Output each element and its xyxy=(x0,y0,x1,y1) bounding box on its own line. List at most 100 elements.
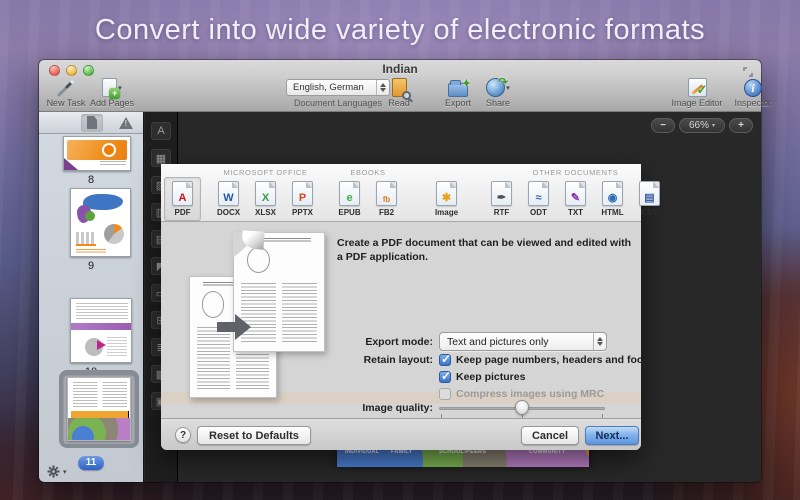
format-group-image: ✱ Image xyxy=(428,164,465,221)
language-caption: Document Languages xyxy=(286,98,390,108)
format-tab-pdf[interactable]: A PDF xyxy=(164,177,201,221)
txt-icon: ✎ xyxy=(565,181,586,206)
format-tab-fb2[interactable]: fb FB2 xyxy=(368,177,405,221)
page-icon xyxy=(87,116,97,129)
pptx-icon: P xyxy=(292,181,313,206)
pages-sidebar: 8 9 10 11 ▾ xyxy=(39,112,144,482)
help-button[interactable]: ? xyxy=(175,427,191,443)
format-tab-xlsx[interactable]: X XLSX xyxy=(247,177,284,221)
chevron-down-icon: ▾ xyxy=(712,122,715,129)
document-languages-select[interactable]: English, German xyxy=(286,79,390,96)
format-description: Create a PDF document that can be viewed… xyxy=(337,236,633,264)
page-number: 9 xyxy=(39,260,143,272)
format-tab-docx[interactable]: W DOCX xyxy=(210,177,247,221)
image-icon: ✱ xyxy=(436,181,457,206)
read-icon xyxy=(392,77,407,98)
inspector-button[interactable]: i Inspector xyxy=(729,77,777,108)
fb2-icon: fb xyxy=(376,181,397,206)
zoom-out-button[interactable]: − xyxy=(651,118,675,133)
odt-icon: ≈ xyxy=(528,181,549,206)
xlsx-icon: X xyxy=(255,181,276,206)
docx-icon: W xyxy=(218,181,239,206)
retain-layout-label: Retain layout: xyxy=(337,354,433,366)
format-tab-pptx[interactable]: P PPTX xyxy=(284,177,321,221)
minimize-button[interactable] xyxy=(66,65,77,76)
export-button[interactable]: ✦ Export xyxy=(437,77,479,108)
language-value: English, German xyxy=(287,82,376,93)
dialog-body: Create a PDF document that can be viewed… xyxy=(161,222,641,418)
add-pages-icon: +▾ xyxy=(102,77,122,98)
cancel-button[interactable]: Cancel xyxy=(521,426,579,445)
magic-wand-icon xyxy=(56,77,76,98)
inspector-info-icon: i xyxy=(744,77,762,98)
export-mode-row: Export mode: Text and pictures only xyxy=(337,332,627,351)
format-group-pdf: A PDF xyxy=(164,164,201,221)
page-thumbnail-11 xyxy=(67,377,131,441)
image-quality-label: Image quality: xyxy=(337,402,433,414)
image-quality-slider[interactable] xyxy=(439,400,605,416)
page-thumbnail-10[interactable] xyxy=(70,298,132,363)
format-group-msoffice: MICROSOFT OFFICE W DOCX X XLSX P PPTX xyxy=(210,164,321,221)
export-mode-value: Text and pictures only xyxy=(440,336,593,348)
slider-thumb[interactable] xyxy=(515,400,529,415)
rtf-icon: ✒ xyxy=(491,181,512,206)
page-thumbnail-11-selected[interactable] xyxy=(59,370,139,448)
image-editor-icon: ✓ xyxy=(688,77,707,98)
text-tool[interactable]: A xyxy=(151,122,171,140)
next-button[interactable]: Next... xyxy=(585,426,639,445)
format-tab-csv[interactable]: ▤ CSV xyxy=(631,177,668,221)
add-pages-button[interactable]: +▾ Add Pages xyxy=(89,77,135,108)
format-tab-rtf[interactable]: ✒ RTF xyxy=(483,177,520,221)
selected-page-badge: 11 xyxy=(78,456,104,470)
epub-icon: e xyxy=(339,181,360,206)
keep-page-numbers-checkbox[interactable] xyxy=(439,354,451,366)
image-editor-button[interactable]: ✓ Image Editor xyxy=(667,77,727,108)
format-group-other: OTHER DOCUMENTS ✒ RTF ≈ ODT ✎ TXT xyxy=(483,164,668,221)
format-tab-odt[interactable]: ≈ ODT xyxy=(520,177,557,221)
image-quality-row: Image quality: xyxy=(337,400,627,416)
page-thumbnail-9[interactable] xyxy=(70,188,131,257)
new-task-button[interactable]: New Task xyxy=(45,77,87,108)
export-mode-label: Export mode: xyxy=(337,336,433,348)
tab-pages[interactable] xyxy=(81,114,103,132)
banner-title: Convert into wide variety of electronic … xyxy=(95,14,705,47)
page-thumbnail-8[interactable] xyxy=(63,136,131,171)
banner: Convert into wide variety of electronic … xyxy=(0,0,800,60)
format-group-ebooks: EBOOKS e EPUB fb FB2 xyxy=(331,164,405,221)
retain-layout-row-1: Retain layout: Keep page numbers, header… xyxy=(337,354,641,366)
zoom-in-button[interactable]: + xyxy=(729,118,753,133)
format-tab-html[interactable]: ◉ HTML xyxy=(594,177,631,221)
export-mode-select[interactable]: Text and pictures only xyxy=(439,332,607,351)
sidebar-settings-button[interactable]: ▾ xyxy=(47,465,67,478)
zoom-button[interactable] xyxy=(83,65,94,76)
format-tab-image[interactable]: ✱ Image xyxy=(428,177,465,221)
window-header: Indian New Task +▾ Add Pages English, Ge… xyxy=(39,60,761,112)
retain-layout-row-3: Compress images using MRC xyxy=(337,388,604,400)
convert-arrow-icon xyxy=(217,314,251,340)
window-title: Indian xyxy=(39,60,761,78)
keep-pictures-checkbox[interactable] xyxy=(439,371,451,383)
read-button[interactable]: Read xyxy=(381,77,417,108)
titlebar: Indian xyxy=(39,60,761,77)
compress-mrc-checkbox[interactable] xyxy=(439,388,451,400)
gear-icon xyxy=(47,465,60,478)
pdf-icon: A xyxy=(172,181,193,206)
zoom-level[interactable]: 66%▾ xyxy=(679,118,725,133)
export-folder-icon: ✦ xyxy=(448,77,468,98)
format-tab-epub[interactable]: e EPUB xyxy=(331,177,368,221)
tab-warnings[interactable] xyxy=(115,114,137,132)
page-number: 8 xyxy=(39,174,143,186)
toolbar: New Task +▾ Add Pages English, German Do… xyxy=(39,77,761,111)
export-dialog: A PDF MICROSOFT OFFICE W DOCX X xyxy=(161,164,641,450)
reset-defaults-button[interactable]: Reset to Defaults xyxy=(197,426,311,445)
editor-area: 8 9 10 11 ▾ A ▦ ▨ xyxy=(39,112,761,482)
zoom-controls: − 66%▾ + xyxy=(651,118,753,133)
dialog-footer: ? Reset to Defaults Cancel Next... xyxy=(161,418,641,450)
app-window: Indian New Task +▾ Add Pages English, Ge… xyxy=(39,60,761,482)
share-button[interactable]: ↷▾ Share xyxy=(477,77,519,108)
close-button[interactable] xyxy=(49,65,60,76)
warning-icon xyxy=(119,117,133,129)
sidebar-tabs xyxy=(39,112,143,134)
conversion-preview xyxy=(175,230,335,412)
format-tab-txt[interactable]: ✎ TXT xyxy=(557,177,594,221)
